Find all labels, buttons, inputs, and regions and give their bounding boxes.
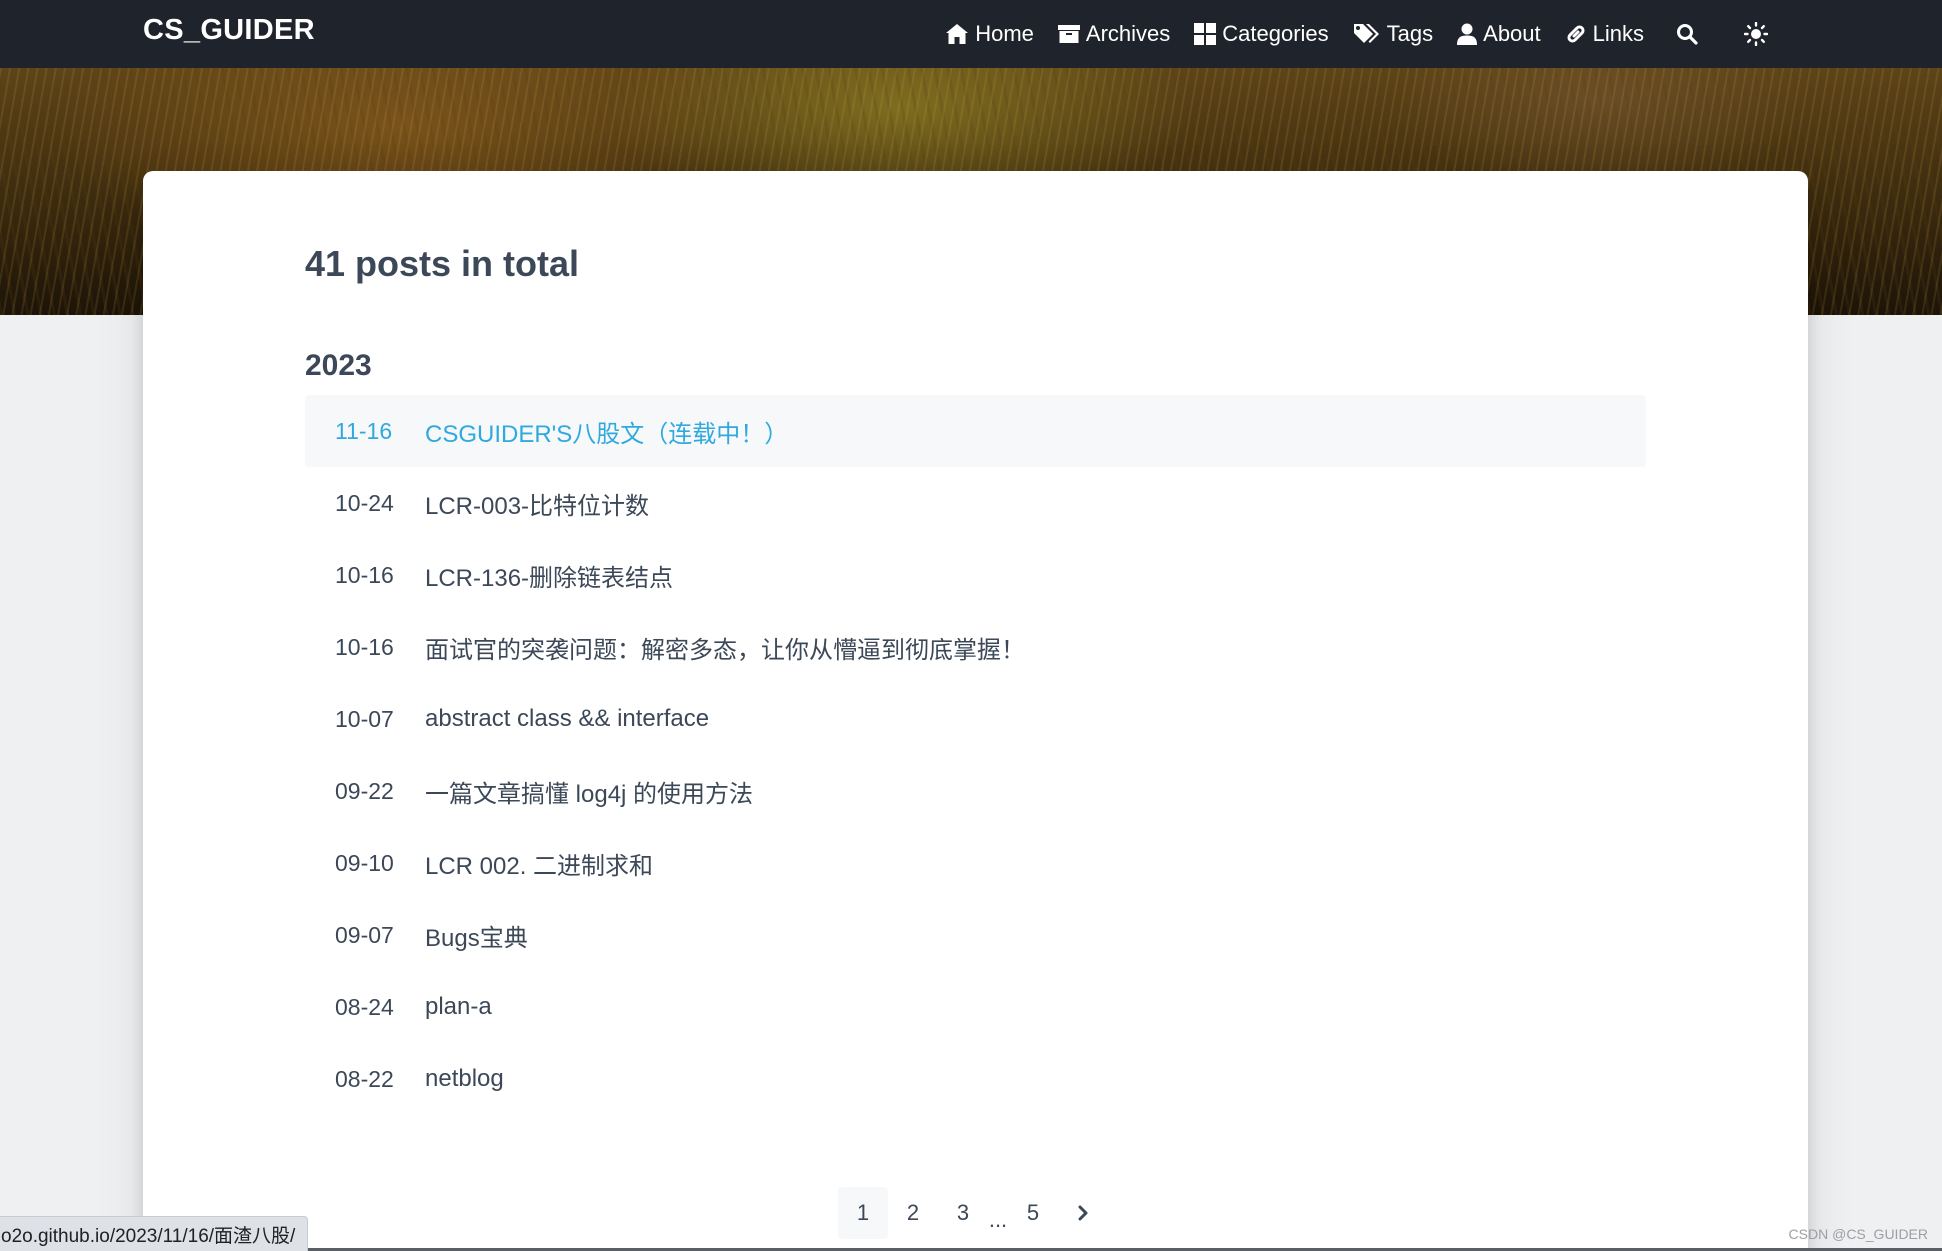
- nav-item-label: Links: [1592, 21, 1644, 46]
- post-item[interactable]: 08-22 netblog: [305, 1043, 1646, 1115]
- post-title: LCR 002. 二进制求和: [425, 852, 654, 880]
- next-page-button[interactable]: [1058, 1187, 1108, 1239]
- site-brand[interactable]: CS_GUIDER: [143, 14, 315, 47]
- nav-item-links[interactable]: Links: [1553, 0, 1656, 68]
- home-icon: [946, 24, 969, 44]
- link-icon: [1567, 25, 1585, 43]
- post-date: 11-16: [335, 417, 393, 444]
- nav-item-about[interactable]: About: [1445, 0, 1553, 68]
- nav-item-categories[interactable]: Categories: [1182, 0, 1340, 68]
- watermark: CSDN @CS_GUIDER: [1788, 1226, 1928, 1242]
- nav-item-archives[interactable]: Archives: [1046, 0, 1182, 68]
- page-title: 41 posts in total: [305, 243, 580, 284]
- post-title: 一篇文章搞懂 log4j 的使用方法: [425, 780, 754, 808]
- page-ellipsis: ...: [988, 1207, 1008, 1232]
- archive-card: 41 posts in total 2023 11-16 CSGUIDER'S八…: [143, 171, 1808, 1251]
- sun-icon: [1744, 22, 1768, 46]
- chevron-right-icon: [1078, 1205, 1088, 1221]
- theme-toggle-button[interactable]: [1724, 0, 1794, 68]
- page-link-1[interactable]: 1: [838, 1187, 888, 1239]
- post-date: 09-10: [335, 849, 394, 876]
- nav-item-label: Home: [975, 21, 1034, 46]
- nav-item-label: About: [1483, 21, 1541, 46]
- post-item[interactable]: 08-24 plan-a: [305, 971, 1646, 1043]
- post-date: 08-22: [335, 1065, 394, 1092]
- post-title: LCR-136-删除链表结点: [425, 564, 674, 592]
- post-item[interactable]: 09-22 一篇文章搞懂 log4j 的使用方法: [305, 755, 1646, 827]
- post-date: 10-07: [335, 705, 394, 732]
- post-date: 08-24: [335, 993, 394, 1020]
- post-item[interactable]: 11-16 CSGUIDER'S八股文（连载中！）: [305, 395, 1646, 467]
- search-button[interactable]: [1656, 0, 1724, 68]
- post-item[interactable]: 10-07 abstract class && interface: [305, 683, 1646, 755]
- categories-icon: [1194, 23, 1217, 45]
- post-item[interactable]: 10-24 LCR-003-比特位计数: [305, 467, 1646, 539]
- post-date: 10-16: [335, 561, 394, 588]
- status-bar-url: o2o.github.io/2023/11/16/面渣八股/: [0, 1216, 309, 1251]
- tags-icon: [1353, 24, 1379, 43]
- nav-item-tags[interactable]: Tags: [1341, 0, 1445, 68]
- post-title: netblog: [425, 1065, 504, 1092]
- post-title: Bugs宝典: [425, 924, 528, 952]
- post-item[interactable]: 09-07 Bugs宝典: [305, 899, 1646, 971]
- post-title: 面试官的突袭问题：解密多态，让你从懵逼到彻底掌握！: [425, 636, 1025, 664]
- post-list: 11-16 CSGUIDER'S八股文（连载中！） 10-24 LCR-003-…: [305, 395, 1646, 1115]
- page-link-2[interactable]: 2: [888, 1187, 938, 1239]
- user-icon: [1457, 23, 1478, 45]
- post-item[interactable]: 09-10 LCR 002. 二进制求和: [305, 827, 1646, 899]
- nav-item-label: Tags: [1386, 21, 1434, 46]
- year-heading: 2023: [305, 349, 372, 382]
- nav-item-label: Archives: [1085, 21, 1171, 46]
- nav-item-home[interactable]: Home: [933, 0, 1046, 68]
- nav-menu: Home Archives Categories Tags About Link…: [933, 0, 1794, 68]
- post-date: 09-22: [335, 777, 394, 804]
- page-link-3[interactable]: 3: [938, 1187, 988, 1239]
- page-link-last[interactable]: 5: [1008, 1187, 1058, 1239]
- post-title: plan-a: [425, 993, 492, 1020]
- navbar: CS_GUIDER Home Archives Categories Tags …: [0, 0, 1942, 68]
- search-icon: [1677, 24, 1698, 45]
- post-title: LCR-003-比特位计数: [425, 492, 650, 520]
- pagination: 1 2 3 ... 5: [838, 1187, 1108, 1239]
- post-title: CSGUIDER'S八股文（连载中！）: [425, 420, 789, 448]
- nav-item-label: Categories: [1222, 21, 1329, 46]
- post-date: 10-24: [335, 489, 394, 516]
- post-date: 10-16: [335, 633, 394, 660]
- post-title: abstract class && interface: [425, 705, 710, 732]
- archive-icon: [1057, 25, 1080, 43]
- post-item[interactable]: 10-16 面试官的突袭问题：解密多态，让你从懵逼到彻底掌握！: [305, 611, 1646, 683]
- post-item[interactable]: 10-16 LCR-136-删除链表结点: [305, 539, 1646, 611]
- post-date: 09-07: [335, 921, 394, 948]
